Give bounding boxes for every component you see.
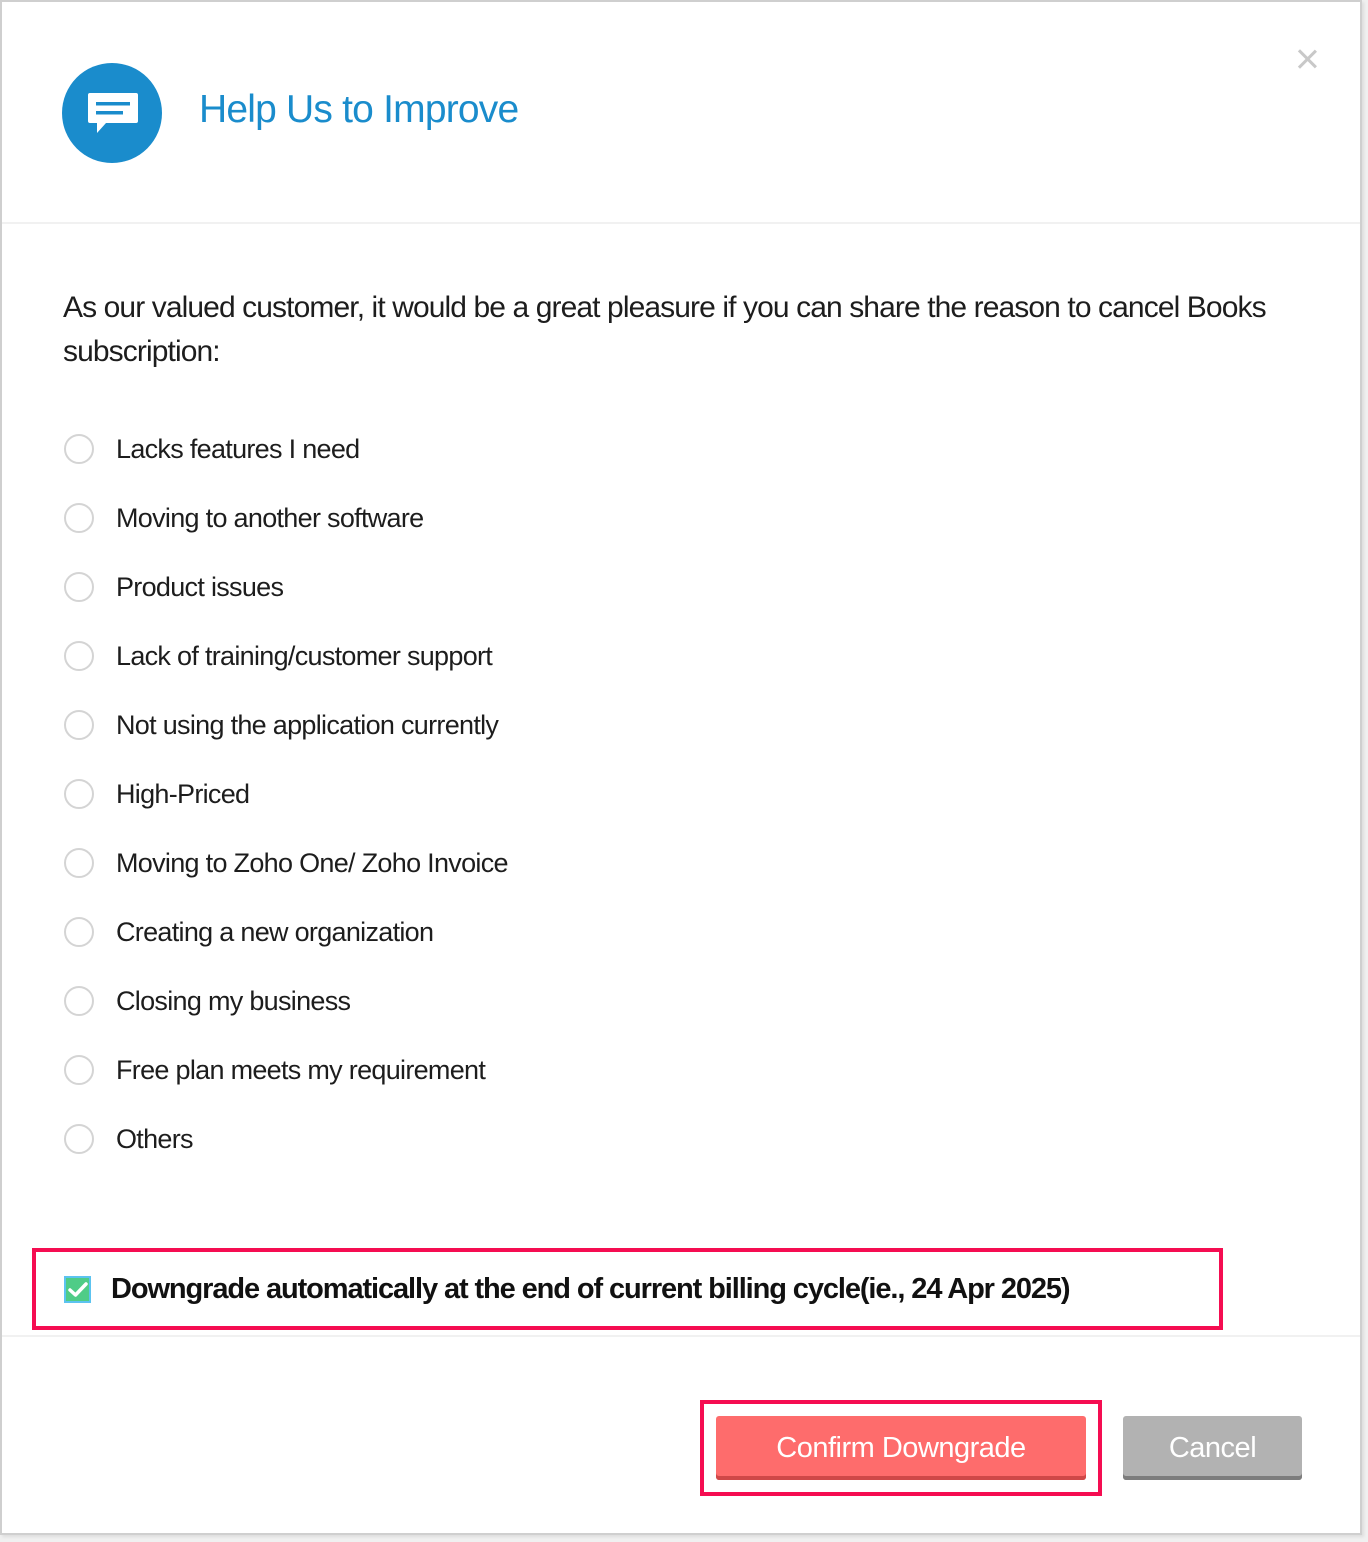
reason-option[interactable]: Not using the application currently: [64, 691, 508, 760]
dialog-title: Help Us to Improve: [199, 88, 519, 131]
checkmark-icon: [68, 1281, 88, 1297]
reason-option[interactable]: Closing my business: [64, 967, 508, 1036]
confirm-downgrade-button[interactable]: Confirm Downgrade: [716, 1416, 1086, 1480]
reason-label: Moving to another software: [116, 503, 424, 533]
chat-bubble-icon: [62, 63, 162, 163]
reason-label: Lack of training/customer support: [116, 641, 493, 671]
auto-downgrade-label[interactable]: Downgrade automatically at the end of cu…: [111, 1273, 1071, 1306]
radio-button[interactable]: [64, 641, 94, 671]
radio-button[interactable]: [64, 572, 94, 602]
close-icon[interactable]: [1292, 44, 1322, 74]
radio-button[interactable]: [64, 986, 94, 1016]
reason-label: Creating a new organization: [116, 917, 434, 947]
reason-option[interactable]: Moving to Zoho One/ Zoho Invoice: [64, 829, 509, 898]
reason-option[interactable]: Others: [64, 1105, 508, 1174]
reason-option[interactable]: Moving to another software: [64, 484, 508, 553]
reason-option[interactable]: Lacks features I need: [64, 415, 508, 484]
radio-button[interactable]: [64, 1124, 94, 1154]
radio-button[interactable]: [64, 1055, 94, 1085]
reason-label: Others: [116, 1124, 194, 1154]
radio-button[interactable]: [64, 917, 94, 947]
reason-label: Moving to Zoho One/ Zoho Invoice: [116, 848, 509, 878]
reason-list: Lacks features I need Moving to another …: [64, 415, 509, 1174]
reason-label: Lacks features I need: [116, 434, 360, 464]
radio-button[interactable]: [64, 434, 94, 464]
reason-option[interactable]: High-Priced: [64, 760, 508, 829]
intro-text: As our valued customer, it would be a gr…: [63, 291, 1267, 368]
reason-option[interactable]: Lack of training/customer support: [64, 622, 508, 691]
reason-label: Product issues: [116, 572, 284, 602]
radio-button[interactable]: [64, 710, 94, 740]
dialog-header: Help Us to Improve: [2, 2, 1360, 224]
cancel-button[interactable]: Cancel: [1123, 1416, 1302, 1480]
reason-option[interactable]: Free plan meets my requirement: [64, 1036, 508, 1105]
footer-divider: [2, 1335, 1360, 1337]
reason-label: Not using the application currently: [116, 710, 499, 740]
auto-downgrade-checkbox[interactable]: [64, 1275, 91, 1303]
reason-label: Free plan meets my requirement: [116, 1055, 486, 1085]
radio-button[interactable]: [64, 848, 94, 878]
reason-label: Closing my business: [116, 986, 351, 1016]
reason-option[interactable]: Creating a new organization: [64, 898, 508, 967]
reason-option[interactable]: Product issues: [64, 553, 508, 622]
radio-button[interactable]: [64, 779, 94, 809]
help-us-improve-dialog: Help Us to Improve As our valued custome…: [0, 0, 1362, 1535]
radio-button[interactable]: [64, 503, 94, 533]
auto-downgrade-highlight: Downgrade automatically at the end of cu…: [32, 1248, 1223, 1330]
reason-label: High-Priced: [116, 779, 250, 809]
